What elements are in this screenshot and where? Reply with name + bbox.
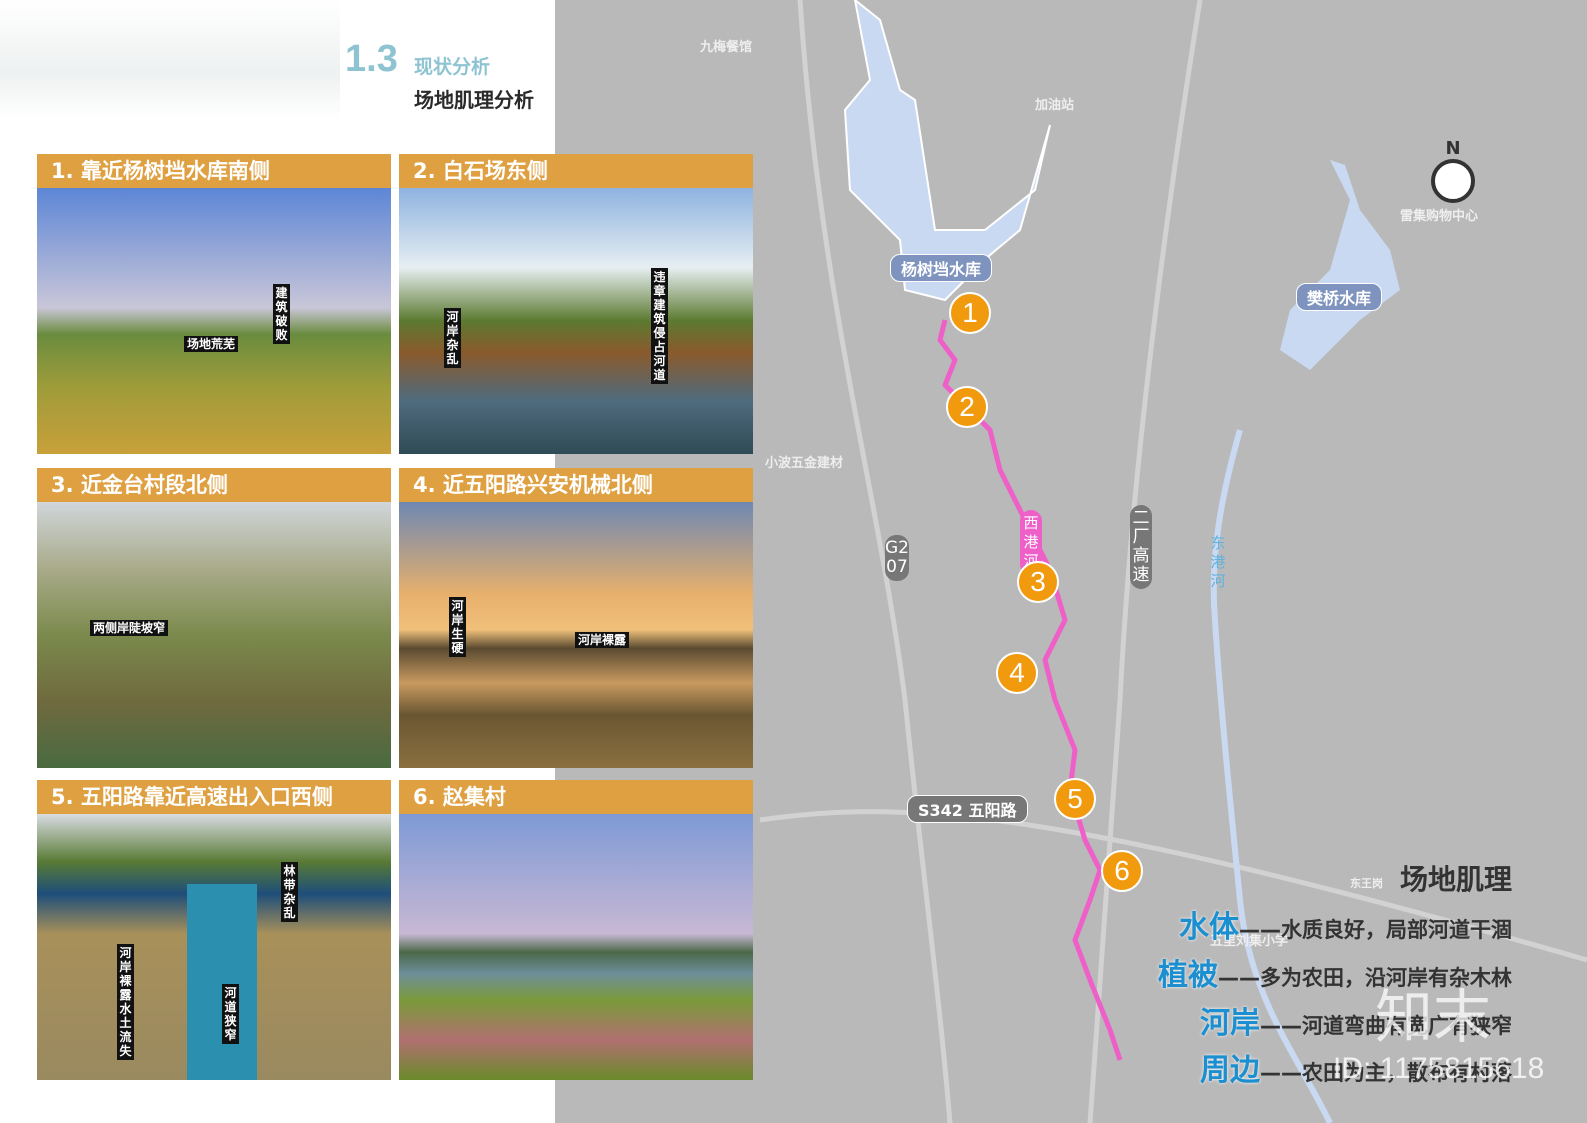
photo-panel-3: 3. 近金台村段北侧 两侧岸陡坡窄 [37,468,391,768]
photo-3: 两侧岸陡坡窄 [37,502,391,768]
photo-5: 林带杂乱 河岸裸露水土流失 河道狭窄 [37,814,391,1080]
north-label: N [1445,138,1461,159]
legend-desc: ——水质良好，局部河道干涸 [1239,918,1512,942]
legend-key: 植被 [1158,958,1218,993]
photo-note: 河岸生硬 [449,597,466,657]
photo-1: 场地荒芜 建筑破败 [37,188,391,454]
photo-panel-4: 4. 近五阳路兴安机械北侧 河岸生硬 河岸裸露 [399,468,753,768]
legend-item: 水体——水质良好，局部河道干涸 [1179,902,1512,946]
tree-sketch-decoration [0,0,340,120]
site-marker-6[interactable]: 6 [1101,850,1143,892]
photo-channel [187,884,257,1080]
photo-note: 违章建筑侵占河道 [651,268,668,384]
reservoir-label: 樊桥水库 [1296,283,1383,311]
site-marker-4[interactable]: 4 [996,652,1038,694]
photo-note: 河岸裸露 [575,632,630,648]
photo-panel-6: 6. 赵集村 [399,780,753,1080]
photo-note: 场地荒芜 [184,336,239,352]
place-label: 东王岗 [1350,877,1383,890]
photo-6 [399,814,753,1080]
legend-key: 河岸 [1200,1006,1260,1041]
compass-icon [1431,159,1475,203]
photo-title: 3. 近金台村段北侧 [37,468,391,502]
site-marker-1[interactable]: 1 [949,292,991,334]
north-arrow: N [1431,138,1475,203]
page-title: 场地肌理分析 [414,88,534,112]
photo-note: 建筑破败 [273,284,290,344]
legend-title: 场地肌理 [1399,863,1512,896]
photo-note: 河岸杂乱 [444,308,461,368]
photo-note: 两侧岸陡坡窄 [90,620,169,636]
photo-panel-1: 1. 靠近杨树垱水库南侧 场地荒芜 建筑破败 [37,154,391,454]
photo-4: 河岸生硬 河岸裸露 [399,502,753,768]
place-label: 九梅餐馆 [700,40,753,55]
river-label: 东港河 [1210,534,1226,590]
site-marker-3[interactable]: 3 [1017,561,1059,603]
place-label: 加油站 [1035,98,1075,113]
reservoir-fanqiao [1280,160,1400,370]
place-label: 小波五金建材 [765,456,844,471]
photo-title: 5. 五阳路靠近高速出入口西侧 [37,780,391,814]
road-label: 二厂高速 [1130,505,1152,589]
photo-panel-2: 2. 白石场东侧 河岸杂乱 违章建筑侵占河道 [399,154,753,454]
photo-2: 河岸杂乱 违章建筑侵占河道 [399,188,753,454]
road-label: S342 五阳路 [907,795,1028,823]
legend-key: 水体 [1179,910,1239,945]
photo-note: 河道狭窄 [222,984,239,1044]
photo-title: 6. 赵集村 [399,780,753,814]
site-marker-5[interactable]: 5 [1054,778,1096,820]
road-label: G207 [885,535,909,581]
photo-title: 4. 近五阳路兴安机械北侧 [399,468,753,502]
photo-panel-5: 5. 五阳路靠近高速出入口西侧 林带杂乱 河岸裸露水土流失 河道狭窄 [37,780,391,1080]
photo-note: 河岸裸露水土流失 [117,944,134,1060]
photo-title: 2. 白石场东侧 [399,154,753,188]
section-title: 现状分析 [414,56,491,78]
section-number: 1.3 [345,38,398,80]
legend-key: 周边 [1200,1053,1260,1088]
site-marker-2[interactable]: 2 [946,386,988,428]
watermark-id: ID: 1175815618 [1333,1052,1545,1085]
reservoir-label: 杨树垱水库 [890,254,993,282]
place-label: 雷集购物中心 [1400,209,1479,224]
photo-note: 林带杂乱 [281,862,298,922]
photo-title: 1. 靠近杨树垱水库南侧 [37,154,391,188]
watermark-logo: 知末 [1375,983,1492,1051]
river-xigang [937,319,1123,1061]
